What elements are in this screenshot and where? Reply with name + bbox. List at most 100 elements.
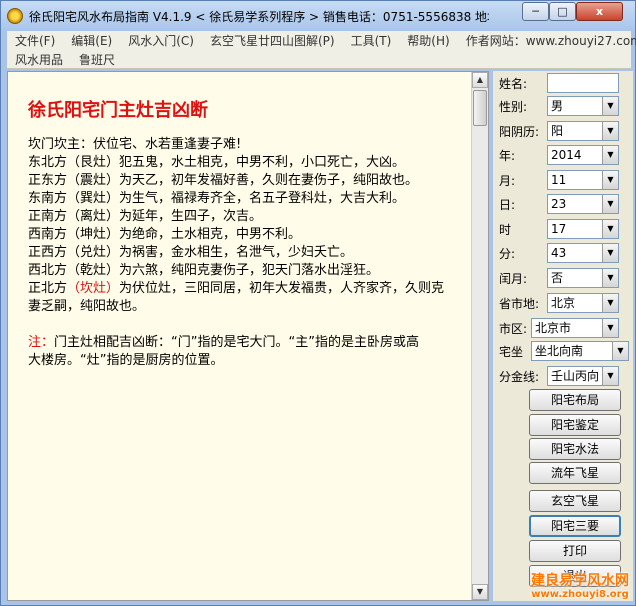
facing-select[interactable]: 坐北向南 ▼ — [531, 341, 629, 361]
year-row: 年: — [499, 145, 515, 165]
scroll-thumb[interactable] — [473, 90, 487, 126]
maximize-button[interactable]: □ — [549, 2, 576, 21]
day-value: 23 — [551, 197, 567, 211]
chevron-down-icon[interactable]: ▼ — [602, 195, 618, 213]
name-row: 姓名: — [499, 73, 527, 93]
leap-row: 闰月: — [499, 268, 527, 288]
note-text: 门主灶相配吉凶断：“门”指的是宅大门。“主”指的是主卧房或高 — [54, 335, 419, 350]
name-input[interactable] — [547, 73, 619, 93]
three-essentials-button[interactable]: 阳宅三要 — [529, 515, 621, 537]
app-window: 徐氏阳宅风水布局指南 V4.1.9 < 徐氏易学系列程序 > 销售电话：0751… — [0, 0, 636, 606]
chevron-down-icon[interactable]: ▼ — [602, 146, 618, 164]
month-label: 月: — [499, 173, 516, 188]
menu-edit[interactable]: 编辑(E) — [63, 32, 120, 49]
month-value: 11 — [551, 173, 567, 187]
day-select[interactable]: 23 ▼ — [547, 194, 619, 214]
close-button[interactable]: x — [576, 2, 623, 21]
calendar-label: 阳阴历: — [499, 124, 540, 139]
menu-fengshui-supplies[interactable]: 风水用品 — [7, 51, 71, 68]
chevron-down-icon[interactable]: ▼ — [602, 367, 618, 385]
result-line: 西南方（坤灶）为绝命，土水相克，中男不利。 — [28, 227, 302, 242]
minute-select[interactable]: 43 ▼ — [547, 243, 619, 263]
result-line: 东南方（巽灶）为生气，福禄寿齐全，名五子登科灶，大吉大利。 — [28, 191, 406, 206]
province-value: 北京 — [551, 296, 576, 310]
annual-flying-star-button[interactable]: 流年飞星 — [529, 462, 621, 484]
menu-help[interactable]: 帮助(H) — [399, 32, 457, 49]
year-value: 2014 — [551, 148, 582, 162]
result-line: 妻乏嗣，纯阳故也。 — [28, 299, 146, 314]
hour-select[interactable]: 17 ▼ — [547, 219, 619, 239]
menu-file[interactable]: 文件(F) — [7, 32, 63, 49]
menu-bar: 文件(F) 编辑(E) 风水入门(C) 玄空飞星廿四山图解(P) 工具(T) 帮… — [7, 31, 636, 69]
name-label: 姓名: — [499, 76, 528, 91]
menu-luban-ruler[interactable]: 鲁班尺 — [71, 51, 123, 68]
minute-row: 分: — [499, 243, 515, 263]
district-select[interactable]: 北京市 ▼ — [531, 318, 619, 338]
scroll-up-icon[interactable]: ▲ — [472, 72, 488, 88]
leap-select[interactable]: 否 ▼ — [547, 268, 619, 288]
app-icon — [7, 8, 23, 24]
chevron-down-icon[interactable]: ▼ — [602, 294, 618, 312]
window-title: 徐氏阳宅风水布局指南 V4.1.9 < 徐氏易学系列程序 > 销售电话：0751… — [29, 9, 489, 24]
result-line: 坎门坎主：伏位宅、水若重逢妻子难! — [28, 137, 242, 152]
chevron-down-icon[interactable]: ▼ — [602, 319, 618, 337]
print-button[interactable]: 打印 — [529, 540, 621, 562]
facing-row: 宅坐 — [499, 341, 523, 361]
month-row: 月: — [499, 170, 515, 190]
district-label: 市区: — [499, 321, 528, 336]
menu-row-main: 文件(F) 编辑(E) 风水入门(C) 玄空飞星廿四山图解(P) 工具(T) 帮… — [7, 31, 636, 50]
watermark-url: www.zhouyi8.org — [531, 589, 629, 600]
hour-value: 17 — [551, 222, 567, 236]
day-row: 日: — [499, 194, 515, 214]
gender-label: 性别: — [499, 99, 528, 114]
result-line: 正西方（兑灶）为祸害，金水相生，名泄气，少妇夭亡。 — [28, 245, 354, 260]
chevron-down-icon[interactable]: ▼ — [602, 244, 618, 262]
result-lines: 坎门坎主：伏位宅、水若重逢妻子难! 东北方（艮灶）犯五鬼，水土相克，中男不利，小… — [28, 136, 478, 316]
house-layout-button[interactable]: 阳宅布局 — [529, 389, 621, 411]
minute-label: 分: — [499, 246, 516, 261]
kan-prefix: 正北方 — [28, 281, 68, 296]
result-line: 东北方（艮灶）犯五鬼，水土相克，中男不利，小口死亡，大凶。 — [28, 155, 406, 170]
title-bar: 徐氏阳宅风水布局指南 V4.1.9 < 徐氏易学系列程序 > 销售电话：0751… — [1, 1, 635, 31]
chevron-down-icon[interactable]: ▼ — [602, 122, 618, 140]
chevron-down-icon[interactable]: ▼ — [612, 342, 628, 360]
scroll-down-icon[interactable]: ▼ — [472, 584, 488, 600]
calendar-select[interactable]: 阳 ▼ — [547, 121, 619, 141]
input-sidebar: 姓名: 性别: 男 ▼ 阳阴历: 阳 ▼ 年: 2014 ▼ 月: 11 ▼ 日: 23… — [493, 71, 633, 601]
gender-select[interactable]: 男 ▼ — [547, 96, 619, 116]
minimize-button[interactable]: ─ — [522, 2, 549, 21]
note-label: 注： — [28, 335, 55, 350]
gender-row: 性别: — [499, 96, 527, 116]
hour-label: 时 — [499, 222, 512, 237]
facing-value: 坐北向南 — [535, 344, 584, 358]
vertical-scrollbar[interactable]: ▲ ▼ — [471, 72, 488, 600]
watermark-title: 建良易学风水网 — [531, 573, 629, 589]
chevron-down-icon[interactable]: ▼ — [602, 171, 618, 189]
leap-value: 否 — [551, 271, 564, 285]
month-select[interactable]: 11 ▼ — [547, 170, 619, 190]
district-value: 北京市 — [535, 321, 572, 335]
facing-label: 宅坐 — [499, 344, 524, 359]
fenjin-select[interactable]: 壬山丙向 ▼ — [547, 366, 619, 386]
note-line: 大楼房。“灶”指的是厨房的位置。 — [28, 353, 224, 368]
menu-tools[interactable]: 工具(T) — [343, 32, 400, 49]
province-select[interactable]: 北京 ▼ — [547, 293, 619, 313]
house-appraisal-button[interactable]: 阳宅鉴定 — [529, 414, 621, 436]
result-line: 西北方（乾灶）为六煞，纯阳克妻伤子，犯天门落水出淫狂。 — [28, 263, 380, 278]
fenjin-value: 壬山丙向 — [551, 369, 600, 383]
year-select[interactable]: 2014 ▼ — [547, 145, 619, 165]
hour-row: 时 — [499, 219, 511, 239]
xuankong-flying-star-button[interactable]: 玄空飞星 — [529, 490, 621, 512]
result-text-panel: 徐氏阳宅门主灶吉凶断 坎门坎主：伏位宅、水若重逢妻子难! 东北方（艮灶）犯五鬼，… — [7, 71, 489, 601]
result-line: 正南方（离灶）为延年，生四子，次吉。 — [28, 209, 263, 224]
result-line-kan: 正北方（坎灶）为伏位灶，三阳同居，初年大发福贵，人齐家齐，久则克 — [28, 280, 478, 298]
calendar-value: 阳 — [551, 124, 564, 138]
menu-author-site[interactable]: 作者网站：www.zhouyi27.com — [458, 32, 636, 49]
menu-flying-star[interactable]: 玄空飞星廿四山图解(P) — [202, 32, 343, 49]
chevron-down-icon[interactable]: ▼ — [602, 269, 618, 287]
chevron-down-icon[interactable]: ▼ — [602, 97, 618, 115]
house-water-method-button[interactable]: 阳宅水法 — [529, 438, 621, 460]
calendar-row: 阳阴历: — [499, 121, 539, 141]
menu-fengshui-intro[interactable]: 风水入门(C) — [120, 32, 202, 49]
chevron-down-icon[interactable]: ▼ — [602, 220, 618, 238]
